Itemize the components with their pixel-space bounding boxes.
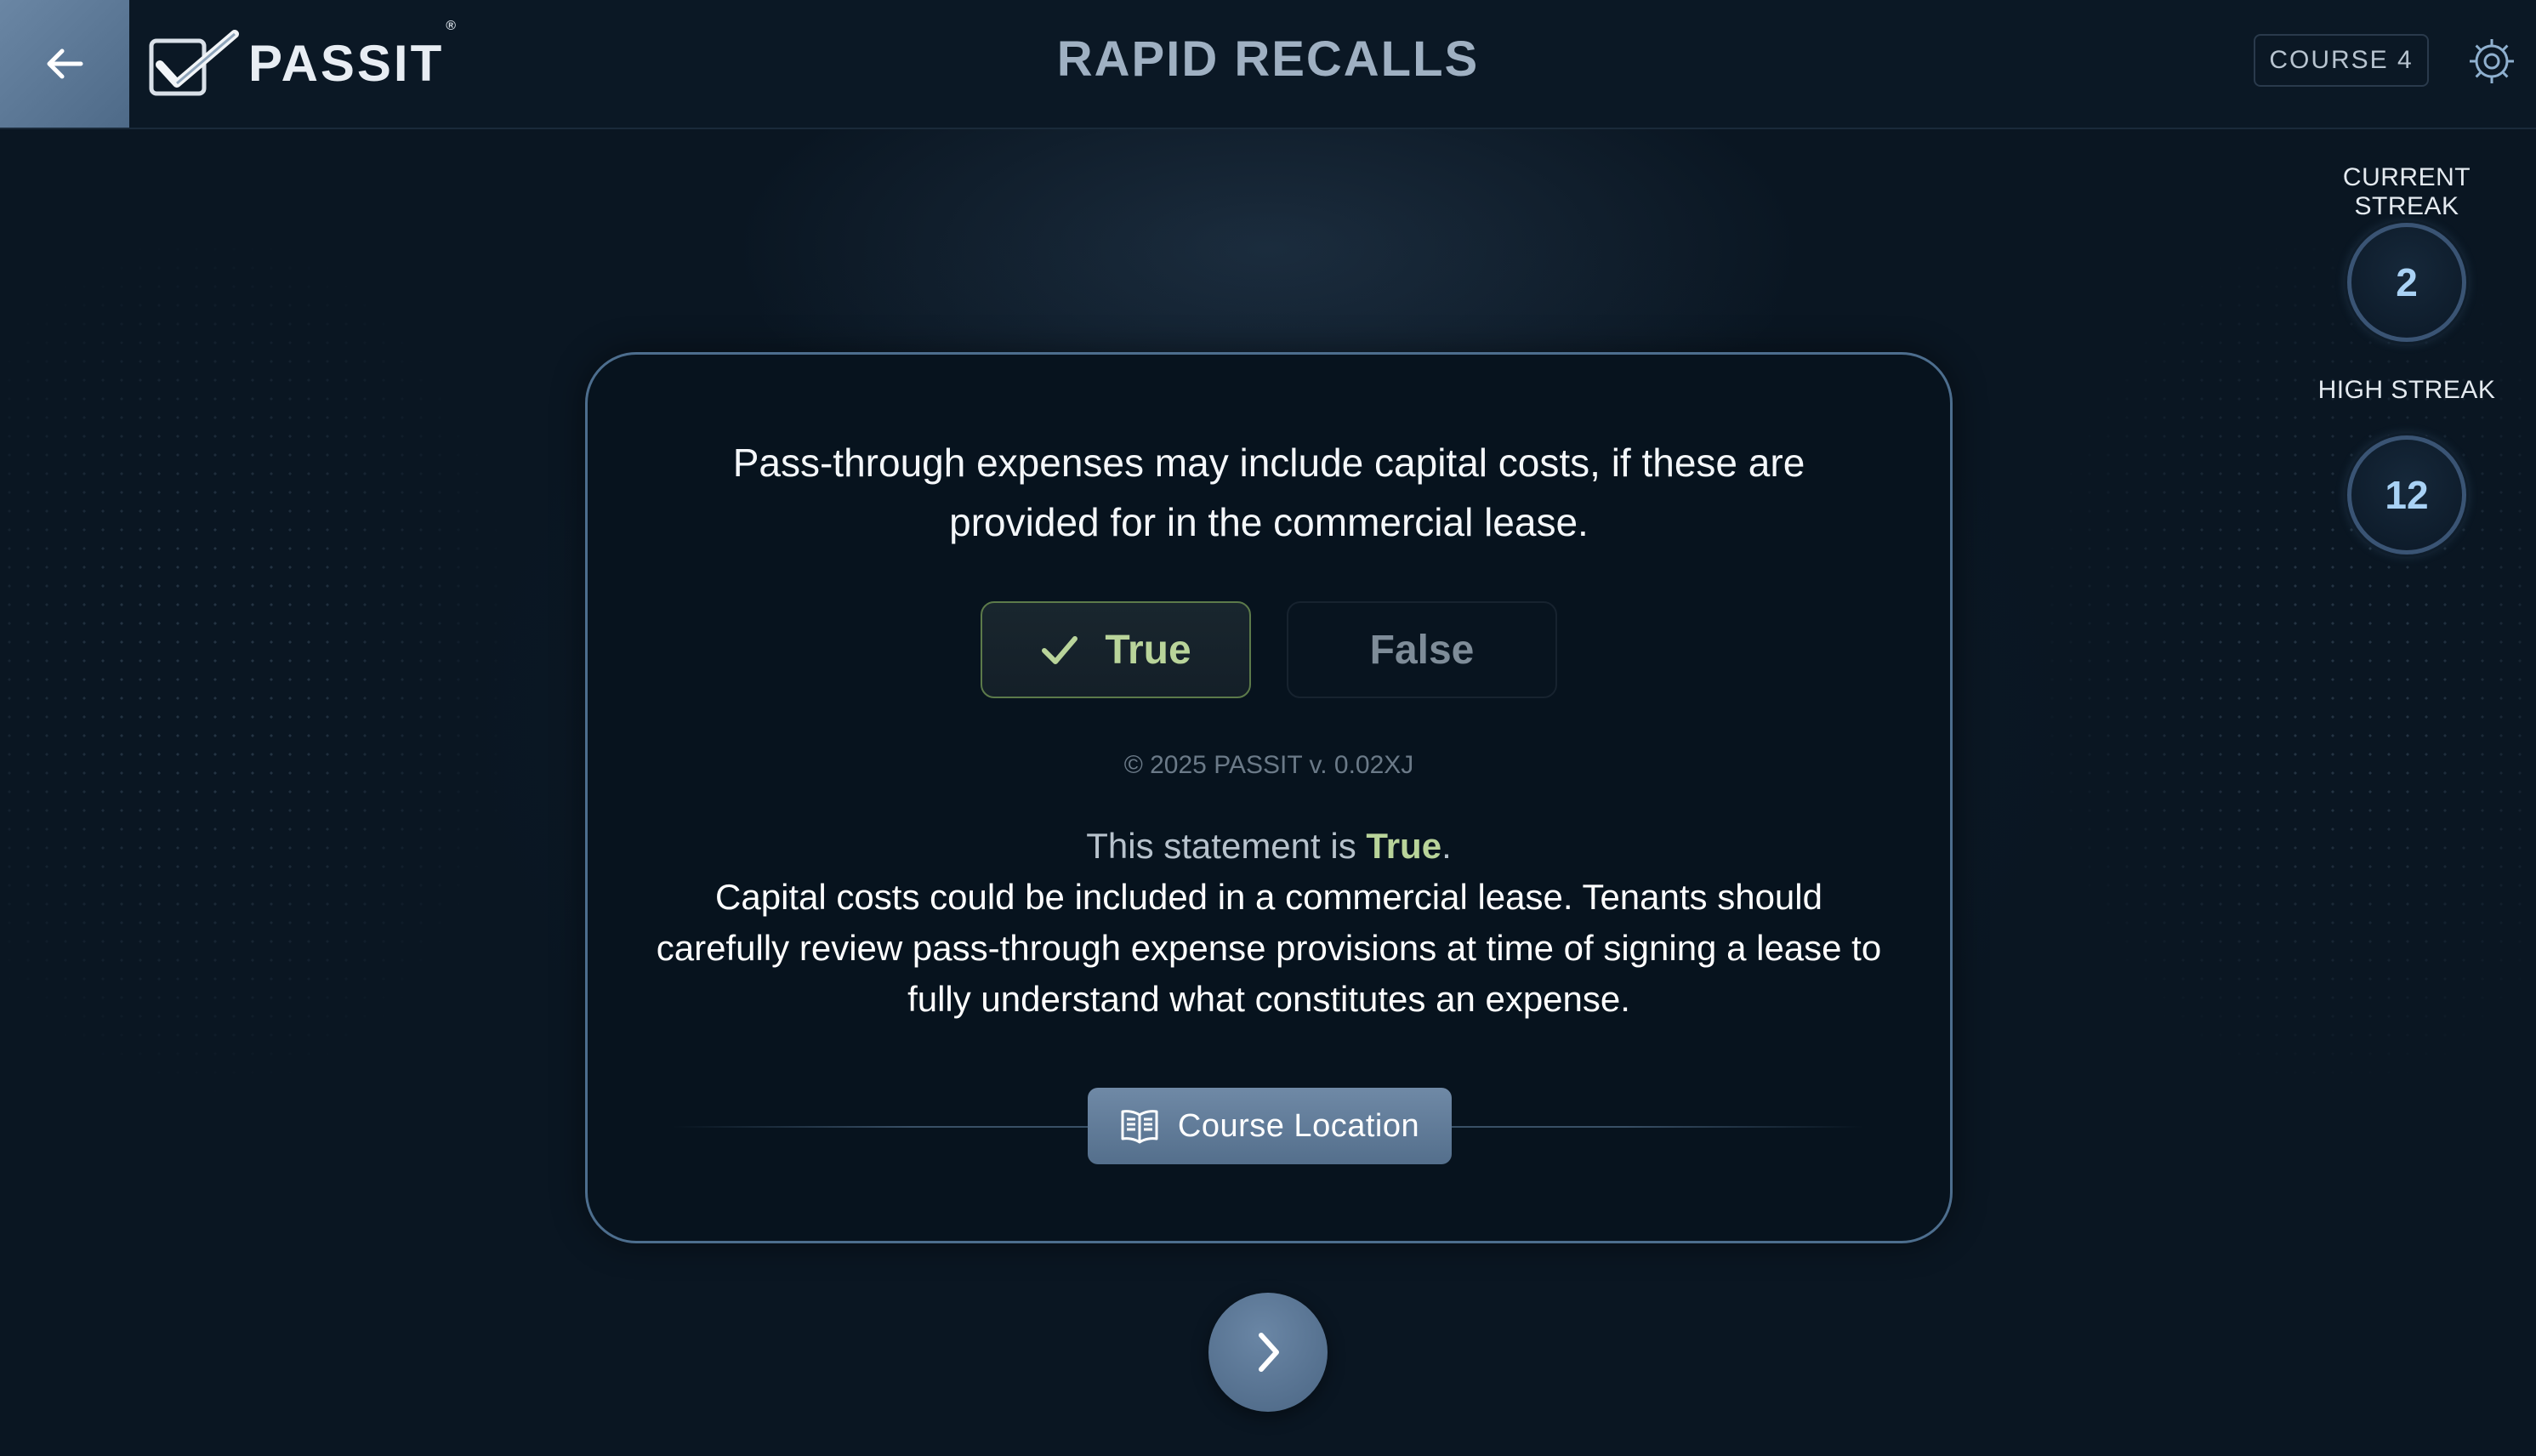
question-text: Pass-through expenses may include capita… <box>732 441 1805 544</box>
page-title: RAPID RECALLS <box>1056 31 1480 87</box>
course-location-label: Course Location <box>1177 1107 1420 1144</box>
true-button-label: True <box>1105 627 1191 673</box>
course-location-button[interactable]: Course Location <box>1088 1088 1452 1164</box>
gear-icon[interactable] <box>2466 36 2517 87</box>
question-card: Pass-through expenses may include capita… <box>585 352 1953 1243</box>
answer-period: . <box>1441 826 1452 866</box>
check-icon <box>1042 636 1078 664</box>
explanation-text: Capital costs could be included in a com… <box>656 877 1882 1019</box>
answer-lead: This statement is <box>1086 826 1367 866</box>
current-streak-label: CURRENT STREAK <box>2342 163 2471 220</box>
chevron-right-icon <box>1259 1333 1279 1372</box>
next-button[interactable] <box>1208 1293 1328 1412</box>
answer-explanation: This statement is True. Capital costs co… <box>656 821 1882 1025</box>
answer-value: True <box>1366 826 1442 866</box>
answer-verdict: This statement is True. <box>656 821 1882 872</box>
false-button-label: False <box>1369 627 1475 673</box>
decorative-dots-left <box>0 221 527 1106</box>
true-button[interactable]: True <box>981 601 1251 698</box>
top-bar: PASSIT® RAPID RECALLS COURSE 4 <box>0 0 2536 129</box>
course-badge[interactable]: COURSE 4 <box>2254 34 2429 87</box>
decorative-dots-right <box>2024 221 2536 1106</box>
current-streak-value: 2 <box>2347 223 2466 342</box>
false-button[interactable]: False <box>1287 601 1557 698</box>
high-streak-label: HIGH STREAK <box>2317 376 2496 404</box>
high-streak-value: 12 <box>2347 435 2466 555</box>
copyright-text: © 2025 PASSIT v. 0.02XJ <box>1123 751 1414 779</box>
open-book-icon <box>1121 1110 1158 1144</box>
